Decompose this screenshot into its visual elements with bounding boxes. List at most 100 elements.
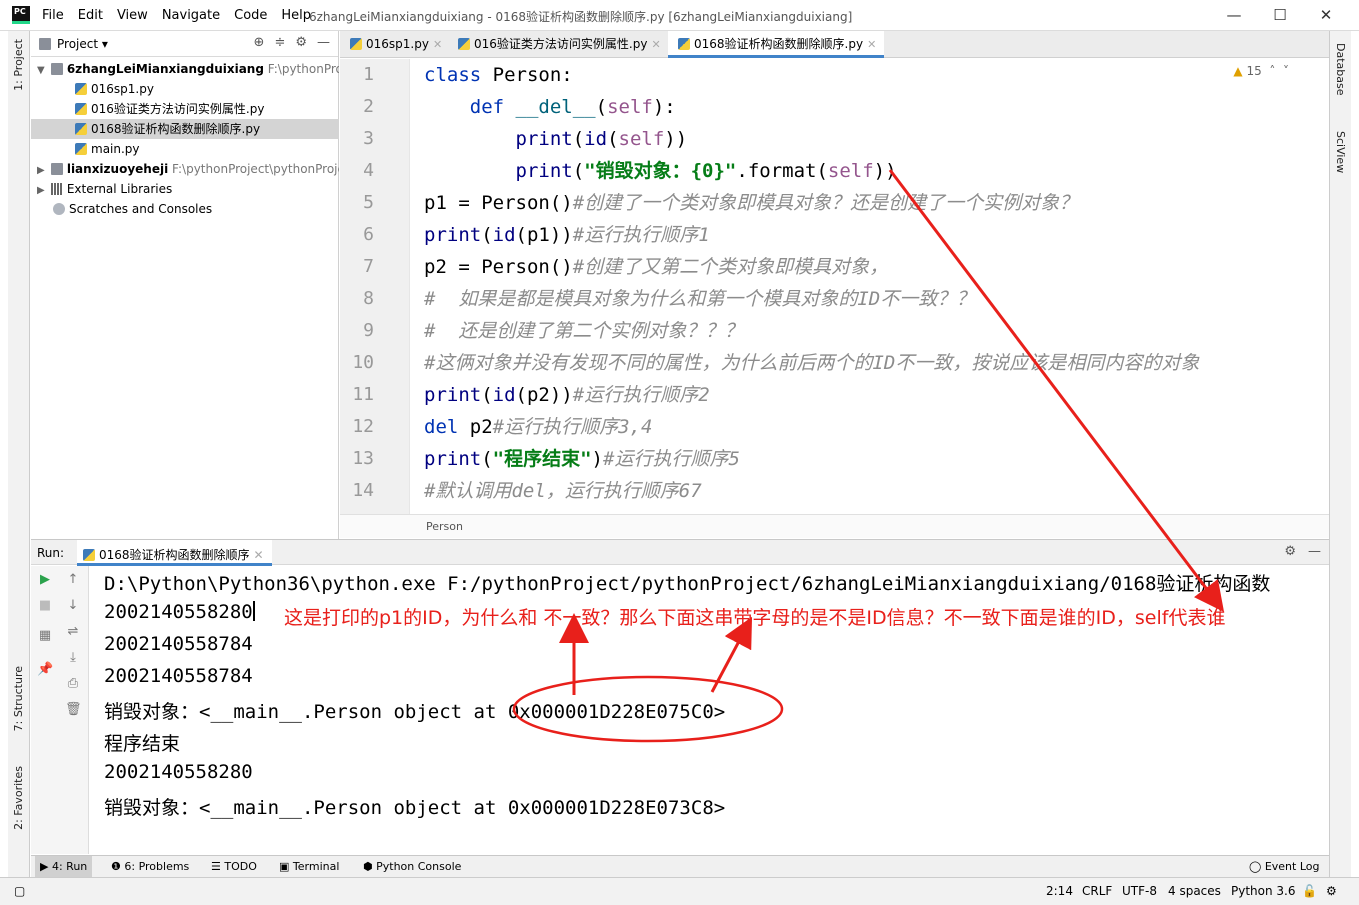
- trash-icon[interactable]: 🗑: [65, 702, 82, 717]
- rerun-icon[interactable]: ▶: [37, 572, 53, 587]
- pin-icon[interactable]: 📌: [37, 662, 53, 677]
- hide-icon[interactable]: —: [1308, 544, 1321, 559]
- editor-tab-bar: 016sp1.py ✕ 016验证类方法访问实例属性.py ✕ 0168验证析构函数…: [340, 31, 1329, 58]
- code-line: p1 = Person()#创建了一个类对象即模具对象？还是创建了一个实例对象？: [424, 192, 1079, 214]
- python-file-icon: [83, 549, 95, 561]
- layout-icon[interactable]: ▦: [37, 628, 53, 643]
- run-console[interactable]: D:\Python\Python36\python.exe F:/pythonP…: [90, 566, 1329, 854]
- inspection-warnings[interactable]: ▲ 15 ˄ ˅: [1233, 64, 1289, 78]
- caret-position[interactable]: 2:14: [1046, 884, 1073, 898]
- tree-item-main[interactable]: main.py: [31, 139, 339, 159]
- menu-view[interactable]: View: [117, 8, 148, 23]
- tree-item-label: 016验证类方法访问实例属性.py: [91, 102, 265, 116]
- maximize-button[interactable]: ☐: [1270, 6, 1290, 24]
- project-panel-tools: ⊕ ≑ ⚙ —: [254, 35, 330, 50]
- line-separator[interactable]: CRLF: [1082, 884, 1112, 898]
- soft-wrap-icon[interactable]: ⇌: [65, 624, 81, 639]
- indent-setting[interactable]: 4 spaces: [1168, 884, 1221, 898]
- text-cursor: [252, 601, 255, 621]
- line-number: 13: [352, 448, 374, 469]
- stop-icon[interactable]: ■: [37, 598, 53, 613]
- close-icon[interactable]: ✕: [867, 38, 876, 51]
- code-editor[interactable]: 1 2 3 4 5 6 7 8 9 10 11 12 13 14 ▲ 15 ˄ …: [340, 59, 1329, 514]
- tree-item-project-root[interactable]: ▼ 6zhangLeiMianxiangduixiang F:\pythonPr…: [31, 59, 339, 79]
- database-tool-tab[interactable]: Database: [1334, 43, 1347, 96]
- run-panel-header: Run: 0168验证析构函数删除顺序 ✕ ⚙ —: [31, 539, 1329, 566]
- code-line: #这俩对象并没有发现不同的属性，为什么前后两个的ID不一致，按说应该是相同内容的…: [424, 352, 1200, 374]
- tab-016-class-method[interactable]: 016验证类方法访问实例属性.py ✕: [448, 31, 669, 58]
- sciview-tool-tab[interactable]: SciView: [1334, 131, 1347, 173]
- menu-edit[interactable]: Edit: [78, 8, 103, 23]
- line-number: 14: [352, 480, 374, 501]
- tab-016sp1[interactable]: 016sp1.py ✕: [340, 31, 450, 58]
- tree-item-016sp1[interactable]: 016sp1.py: [31, 79, 339, 99]
- breadcrumb-item[interactable]: Person: [426, 520, 463, 533]
- console-line: 2002140558280: [104, 761, 253, 783]
- console-line: 2002140558280: [104, 601, 255, 623]
- terminal-tool-tab[interactable]: ▣ Terminal: [279, 860, 339, 873]
- lock-icon[interactable]: 🔓: [1302, 884, 1317, 898]
- todo-tool-tab[interactable]: ☰ TODO: [211, 860, 257, 873]
- tree-item-label: Scratches and Consoles: [69, 202, 213, 216]
- project-tool-tab[interactable]: 1: Project: [12, 39, 25, 91]
- breadcrumb[interactable]: Person: [340, 514, 1329, 538]
- code-line: del p2#运行执行顺序3,4: [424, 416, 653, 438]
- code-line: #默认调用del，运行执行顺序67: [424, 480, 702, 502]
- tree-item-external-libraries[interactable]: ▶ External Libraries: [31, 179, 339, 199]
- git-icon[interactable]: ⚙: [1326, 884, 1337, 898]
- menu-navigate[interactable]: Navigate: [162, 8, 220, 23]
- favorites-tool-tab[interactable]: 2: Favorites: [12, 766, 25, 830]
- run-config-tab[interactable]: 0168验证析构函数删除顺序 ✕: [77, 540, 272, 566]
- hide-icon[interactable]: —: [317, 35, 330, 50]
- file-encoding[interactable]: UTF-8: [1122, 884, 1157, 898]
- layout-toggle-icon[interactable]: ▢: [14, 884, 25, 898]
- run-tab-label: 0168验证析构函数删除顺序: [99, 548, 250, 562]
- window-title: 6zhangLeiMianxiangduixiang - 0168验证析构函数删…: [309, 10, 853, 24]
- code-line: print("销毁对象：{0}".format(self)): [515, 160, 897, 182]
- structure-tool-tab[interactable]: 7: Structure: [12, 666, 25, 731]
- menu-code[interactable]: Code: [234, 8, 267, 23]
- scroll-to-end-icon[interactable]: ⤓: [65, 650, 81, 665]
- locate-icon[interactable]: ⊕: [254, 35, 265, 50]
- chevron-right-icon[interactable]: ▶: [37, 161, 47, 179]
- run-tool-tab[interactable]: ▶ 4: Run: [35, 856, 93, 878]
- tree-item-016-class-method[interactable]: 016验证类方法访问实例属性.py: [31, 99, 339, 119]
- up-arrow-icon[interactable]: ↑: [65, 572, 81, 587]
- tool-tab-label: Event Log: [1264, 860, 1320, 873]
- tree-item-label: lianxizuoyeheji: [66, 162, 169, 176]
- tree-item-scratches[interactable]: Scratches and Consoles: [31, 199, 339, 219]
- python-interpreter[interactable]: Python 3.6: [1231, 884, 1296, 898]
- tree-item-label: External Libraries: [66, 182, 173, 196]
- problems-icon: ❶: [111, 860, 121, 873]
- menu-help[interactable]: Help: [281, 8, 311, 23]
- console-line: 程序结束: [104, 733, 181, 755]
- tree-item-lianxizuoyeheji[interactable]: ▶ lianxizuoyeheji F:\pythonProject\pytho…: [31, 159, 339, 179]
- tree-item-0168-destructor[interactable]: 0168验证析构函数删除顺序.py: [31, 119, 339, 139]
- tab-0168-destructor[interactable]: 0168验证析构函数删除顺序.py ✕: [668, 31, 885, 58]
- print-icon[interactable]: ⎙: [65, 676, 81, 691]
- close-icon[interactable]: ✕: [433, 38, 442, 51]
- gear-icon[interactable]: ⚙: [295, 35, 307, 50]
- minimize-button[interactable]: —: [1224, 6, 1244, 24]
- folder-icon: [50, 163, 63, 175]
- code-line: print(id(self)): [515, 128, 688, 150]
- close-button[interactable]: ✕: [1316, 6, 1336, 24]
- annotation-text: 这是打印的p1的ID，为什么和 不一致？那么下面这串带字母的是不是ID信息？不一…: [284, 607, 1226, 629]
- line-number: 3: [363, 128, 374, 149]
- chevron-right-icon[interactable]: ▶: [37, 181, 47, 199]
- line-number: 9: [363, 320, 374, 341]
- gear-icon[interactable]: ⚙: [1284, 544, 1296, 559]
- event-log-tool-tab[interactable]: ◯ Event Log: [1249, 860, 1319, 873]
- line-number: 10: [352, 352, 374, 373]
- chevron-down-icon[interactable]: ▼: [37, 61, 47, 79]
- tool-tab-label: 4: Run: [51, 860, 88, 873]
- line-number: 8: [363, 288, 374, 309]
- menu-file[interactable]: File: [42, 8, 64, 23]
- project-panel-title[interactable]: Project ▾: [57, 37, 108, 51]
- python-console-tool-tab[interactable]: ⬢ Python Console: [363, 860, 461, 873]
- close-icon[interactable]: ✕: [254, 548, 264, 562]
- problems-tool-tab[interactable]: ❶ 6: Problems: [111, 860, 189, 873]
- collapse-icon[interactable]: ≑: [274, 35, 285, 50]
- down-arrow-icon[interactable]: ↓: [65, 598, 81, 613]
- close-icon[interactable]: ✕: [651, 38, 660, 51]
